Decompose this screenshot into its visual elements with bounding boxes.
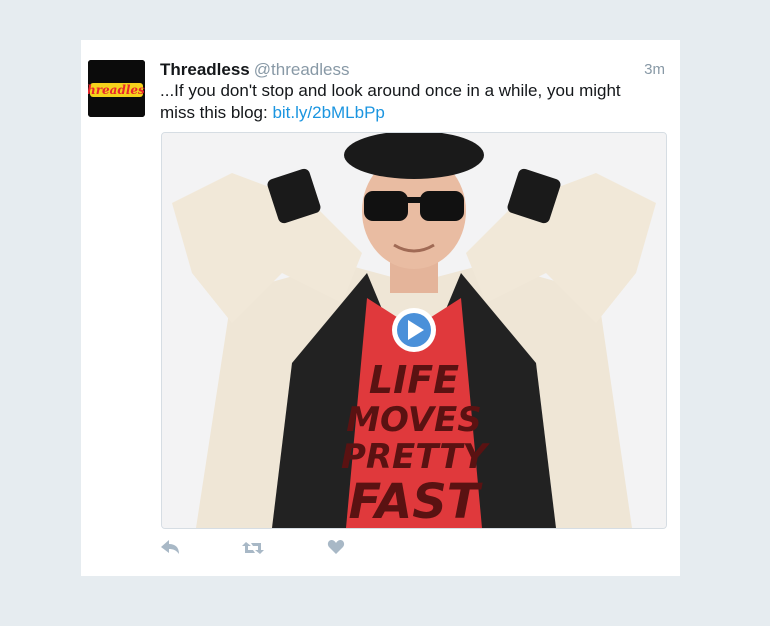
retweet-button[interactable] [241,538,267,562]
logo-text: threadless [88,83,145,97]
tweet-body: ...If you don't stop and look around onc… [160,81,621,122]
play-button-icon[interactable] [392,308,436,352]
shirt-line-3: PRETTY [341,437,490,477]
shirt-line-2: MOVES [346,400,482,440]
threadless-logo-icon: threadless [88,60,145,117]
reply-icon [161,540,179,554]
video-media[interactable]: LIFE MOVES PRETTY FAST [161,132,667,529]
user-handle[interactable]: @threadless [254,60,350,79]
heart-icon [327,539,345,554]
tweet-card[interactable]: threadless Threadless@threadless 3m ...I… [81,40,680,576]
tweet-header: Threadless @threadless 3m [160,59,665,81]
reply-button[interactable] [159,538,185,562]
shirt-line-4: FAST [348,474,482,528]
retweet-icon [242,542,264,554]
like-button[interactable] [327,538,353,562]
shirt-line-1: LIFE [369,358,459,402]
avatar[interactable]: threadless [88,60,145,117]
tweet-text: ...If you don't stop and look around onc… [160,80,660,124]
video-thumbnail: LIFE MOVES PRETTY FAST [162,133,666,528]
tweet-link[interactable]: bit.ly/2bMLbPp [272,103,384,122]
display-name[interactable]: Threadless [160,60,250,79]
timestamp[interactable]: 3m [644,59,665,81]
